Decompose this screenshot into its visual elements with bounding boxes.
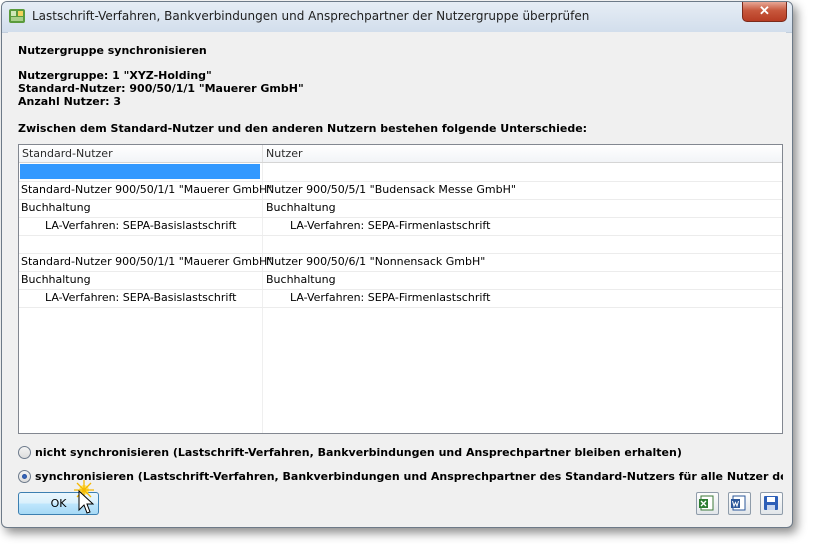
table-row[interactable] — [19, 235, 782, 254]
column-header-standard-user[interactable]: Standard-Nutzer — [19, 145, 262, 162]
standard-user-info: Standard-Nutzer: 900/50/1/1 "Mauerer Gmb… — [18, 82, 304, 95]
cell-standard-user: Buchhaltung — [21, 201, 91, 214]
no-sync-radio[interactable] — [18, 446, 31, 459]
sync-label[interactable]: synchronisieren (Lastschrift-Verfahren, … — [35, 470, 783, 483]
cell-standard-user: LA-Verfahren: SEPA-Basislastschrift — [45, 219, 237, 232]
excel-export-icon — [699, 495, 714, 511]
dialog-heading: Nutzergruppe synchronisieren — [18, 44, 207, 57]
table-row[interactable]: Standard-Nutzer 900/50/1/1 "Mauerer GmbH… — [19, 181, 782, 200]
cell-user: Buchhaltung — [266, 273, 336, 286]
table-row[interactable]: Buchhaltung Buchhaltung — [19, 271, 782, 290]
mouse-pointer-icon — [78, 490, 94, 514]
user-count: Anzahl Nutzer: 3 — [18, 95, 122, 108]
cell-user: LA-Verfahren: SEPA-Firmenlastschrift — [290, 219, 491, 232]
window-title: Lastschrift-Verfahren, Bankverbindungen … — [32, 9, 590, 23]
radio-selected-dot — [22, 474, 27, 479]
table-row[interactable]: LA-Verfahren: SEPA-Basislastschrift LA-V… — [19, 217, 782, 236]
cell-standard-user: Buchhaltung — [21, 273, 91, 286]
sync-radio[interactable] — [18, 470, 31, 483]
table-row[interactable] — [19, 163, 782, 182]
cell-standard-user: Standard-Nutzer 900/50/1/1 "Mauerer GmbH… — [21, 255, 273, 268]
table-row[interactable]: Standard-Nutzer 900/50/1/1 "Mauerer GmbH… — [19, 253, 782, 272]
close-icon: ✕ — [759, 3, 770, 18]
group-info: Nutzergruppe: 1 "XYZ-Holding" — [18, 69, 212, 82]
close-button[interactable]: ✕ — [742, 2, 787, 22]
cell-user: LA-Verfahren: SEPA-Firmenlastschrift — [290, 291, 491, 304]
save-icon — [764, 496, 778, 510]
table-row[interactable]: LA-Verfahren: SEPA-Basislastschrift LA-V… — [19, 289, 782, 308]
no-sync-label[interactable]: nicht synchronisieren (Lastschrift-Verfa… — [35, 446, 682, 459]
word-export-button[interactable] — [728, 492, 751, 515]
selected-cell[interactable] — [20, 164, 260, 179]
save-button[interactable] — [760, 492, 783, 515]
word-export-icon — [731, 495, 746, 511]
title-bar[interactable]: Lastschrift-Verfahren, Bankverbindungen … — [2, 2, 792, 33]
dialog-window: Lastschrift-Verfahren, Bankverbindungen … — [1, 1, 793, 528]
cell-user: Nutzer 900/50/6/1 "Nonnensack GmbH" — [266, 255, 486, 268]
app-icon — [9, 9, 25, 23]
differences-grid[interactable]: Standard-Nutzer Nutzer Standard-Nutzer 9… — [18, 144, 783, 434]
excel-export-button[interactable] — [696, 492, 719, 515]
dialog-content: Nutzergruppe synchronisieren Nutzergrupp… — [8, 32, 786, 522]
cell-standard-user: LA-Verfahren: SEPA-Basislastschrift — [45, 291, 237, 304]
column-header-user[interactable]: Nutzer — [262, 145, 782, 162]
cell-user: Buchhaltung — [266, 201, 336, 214]
table-row[interactable]: Buchhaltung Buchhaltung — [19, 199, 782, 218]
differences-intro: Zwischen dem Standard-Nutzer und den and… — [18, 122, 588, 135]
cell-standard-user: Standard-Nutzer 900/50/1/1 "Mauerer GmbH… — [21, 183, 273, 196]
cell-user: Nutzer 900/50/5/1 "Budensack Messe GmbH" — [266, 183, 516, 196]
grid-header: Standard-Nutzer Nutzer — [19, 145, 782, 163]
